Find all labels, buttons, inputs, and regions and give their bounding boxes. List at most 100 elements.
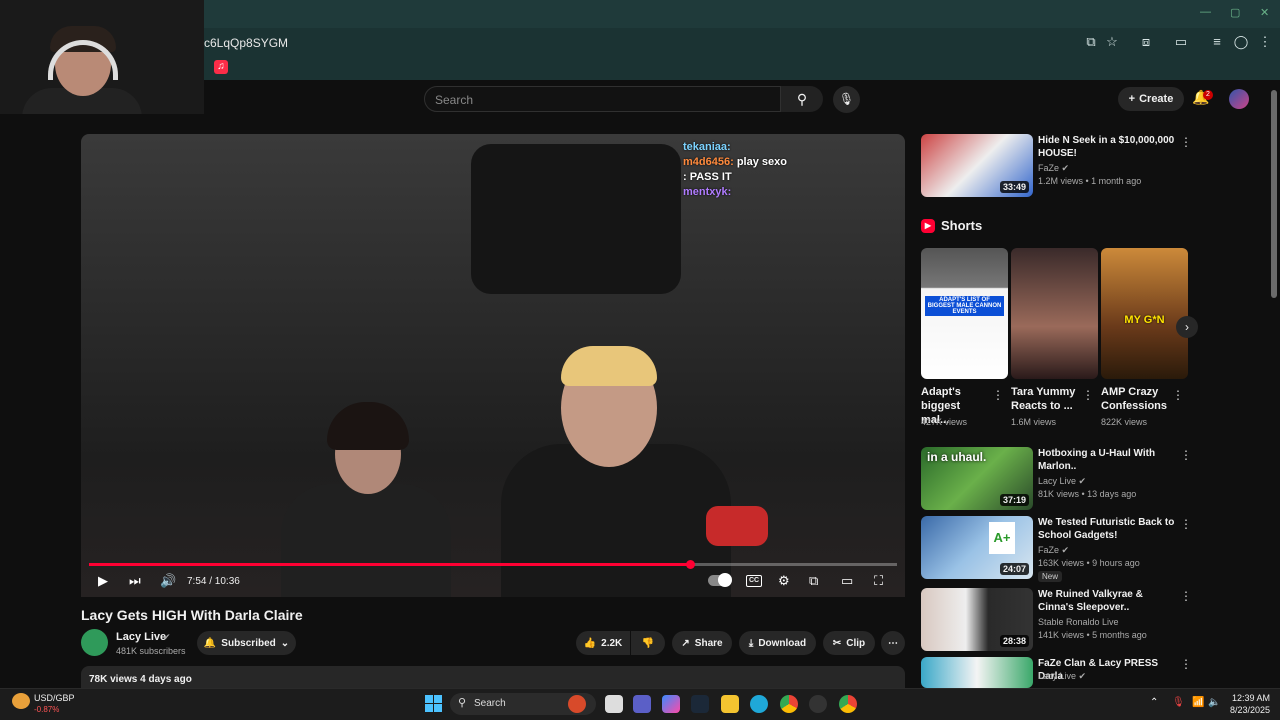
search-button[interactable]: ⚲ [781, 86, 823, 112]
maximize-icon[interactable]: ▢ [1230, 6, 1240, 19]
volume-icon[interactable]: 🔊 [160, 573, 176, 589]
like-button[interactable]: 👍 2.2K [576, 631, 630, 655]
video-thumbnail[interactable]: 33:49 [921, 134, 1033, 197]
channel-name[interactable]: Lacy Live ✔ [1038, 671, 1086, 682]
shorts-heading: ▶ Shorts [921, 218, 982, 233]
miniplayer-icon[interactable]: ⧉ [809, 573, 818, 589]
chat-message: : PASS IT [683, 170, 787, 185]
settings-gear-icon[interactable]: ⚙ [778, 573, 790, 589]
tray-chevron-icon[interactable]: ⌃ [1150, 697, 1158, 708]
more-vert-icon[interactable]: ⋮ [992, 388, 1004, 402]
speaker-icon[interactable]: 🔈 [1208, 697, 1220, 708]
minimize-icon[interactable]: — [1200, 6, 1211, 18]
music-bookmark-icon[interactable]: ♫ [214, 60, 228, 74]
url-text[interactable]: c6LqQp8SYGM [204, 36, 288, 50]
autoplay-toggle[interactable] [708, 573, 732, 587]
progress-scrubber[interactable] [685, 560, 695, 569]
share-icon: ↗ [681, 637, 690, 649]
teams-icon[interactable] [633, 695, 651, 713]
voice-search-button[interactable]: 🎙 [833, 86, 860, 113]
more-vert-icon[interactable]: ⋮ [1180, 589, 1192, 603]
dislike-button[interactable]: 👎 [631, 631, 665, 655]
short-views: 1.6M views [1011, 417, 1057, 427]
more-vert-icon[interactable]: ⋮ [1082, 388, 1094, 402]
channel-name[interactable]: FaZe ✔ [1038, 545, 1069, 556]
channel-name[interactable]: Lacy Live ✔ [1038, 476, 1086, 487]
clip-button[interactable]: ✂ Clip [823, 631, 875, 655]
video-meta: 141K views • 5 months ago [1038, 630, 1147, 640]
chrome-active-icon[interactable] [839, 695, 857, 713]
clock-date[interactable]: 8/23/2025 [1230, 705, 1270, 715]
ticker-name[interactable]: USD/GBP [34, 693, 75, 703]
share-button[interactable]: ↗ Share [672, 631, 732, 655]
shorts-next-arrow-icon[interactable]: › [1176, 316, 1198, 338]
more-vert-icon[interactable]: ⋮ [1180, 448, 1192, 462]
account-avatar[interactable] [1229, 89, 1249, 109]
file-explorer-icon[interactable] [721, 695, 739, 713]
channel-avatar[interactable] [81, 629, 108, 656]
verified-icon: ✔ [1061, 545, 1070, 555]
more-vert-icon[interactable]: ⋮ [1180, 657, 1192, 671]
media-control-icon[interactable]: ≡ [1209, 34, 1225, 50]
video-title-link[interactable]: Hotboxing a U-Haul With Marlon.. [1038, 447, 1178, 473]
page-scrollbar[interactable] [1271, 90, 1277, 298]
subscribed-button[interactable]: 🔔 Subscribed ⌄ [197, 631, 296, 655]
more-actions-button[interactable]: ⋯ [881, 631, 905, 655]
bookmark-star-icon[interactable]: ☆ [1104, 34, 1120, 50]
clock-time[interactable]: 12:39 AM [1232, 693, 1270, 703]
video-thumbnail[interactable]: 28:38 [921, 588, 1033, 651]
create-button[interactable]: + Create [1118, 87, 1184, 111]
video-player[interactable]: tekaniaa: m4d6456: play sexo : PASS IT me… [81, 134, 905, 597]
tab-search-icon[interactable]: ▭ [1173, 34, 1189, 50]
time-display: 7:54 / 10:36 [187, 576, 240, 587]
close-icon[interactable]: ✕ [1260, 6, 1269, 19]
steam-icon[interactable] [691, 695, 709, 713]
short-thumbnail[interactable]: ADAPT'S LIST OF BIGGEST MALE CANNON EVEN… [921, 248, 1008, 379]
edge-icon[interactable] [750, 695, 768, 713]
channel-name[interactable]: Stable Ronaldo Live [1038, 617, 1119, 627]
more-vert-icon[interactable]: ⋮ [1180, 517, 1192, 531]
theater-mode-icon[interactable]: ▭ [841, 573, 853, 589]
chat-text: play sexo [733, 156, 787, 168]
browser-menu-icon[interactable]: ⋮ [1257, 34, 1273, 50]
extensions-icon[interactable]: ⧈ [1138, 34, 1154, 50]
video-title-link[interactable]: We Ruined Valkyrae & Cinna's Sleepover.. [1038, 588, 1178, 614]
wifi-icon[interactable]: 📶 [1192, 697, 1204, 708]
profile-icon[interactable]: ◯ [1233, 34, 1249, 50]
weather-widget-icon[interactable] [12, 693, 30, 709]
short-thumbnail[interactable] [1011, 248, 1098, 379]
copilot-icon[interactable] [662, 695, 680, 713]
more-vert-icon[interactable]: ⋮ [1172, 388, 1184, 402]
chrome-icon[interactable] [780, 695, 798, 713]
channel-name[interactable]: Lacy Live [116, 631, 166, 643]
tray-mic-icon[interactable]: 🎙 [1172, 697, 1185, 708]
search-input[interactable]: Search [424, 86, 781, 112]
download-button[interactable]: ⤓ Download [739, 631, 816, 655]
video-title-link[interactable]: We Tested Futuristic Back to School Gadg… [1038, 516, 1178, 542]
video-thumbnail[interactable] [921, 657, 1033, 688]
play-icon[interactable]: ▶ [98, 573, 108, 589]
more-vert-icon[interactable]: ⋮ [1180, 135, 1192, 149]
channel-name[interactable]: FaZe ✔ [1038, 163, 1069, 174]
scissors-icon: ✂ [832, 637, 842, 649]
webcam-overlay [0, 0, 204, 114]
captions-icon[interactable]: CC [746, 575, 762, 587]
short-title[interactable]: Tara Yummy Reacts to ... [1011, 385, 1081, 413]
notification-count-badge: 2 [1203, 90, 1213, 100]
video-title-link[interactable]: Hide N Seek in a $10,000,000 HOUSE! [1038, 134, 1178, 160]
next-icon[interactable]: ⏭ [129, 573, 141, 589]
chat-username: mentxyk: [683, 186, 732, 198]
task-view-icon[interactable] [605, 695, 623, 713]
windows-start-icon[interactable] [425, 695, 442, 712]
short-thumbnail[interactable]: MY G*N [1101, 248, 1188, 379]
chat-message: tekaniaa: [683, 140, 787, 155]
video-thumbnail[interactable]: A+ 24:07 [921, 516, 1033, 579]
video-thumbnail[interactable]: in a uhaul. 37:19 [921, 447, 1033, 510]
fullscreen-icon[interactable]: ⛶ [874, 573, 883, 589]
copilot-app-icon[interactable] [568, 695, 586, 713]
short-title[interactable]: AMP Crazy Confessions [1101, 385, 1171, 413]
microphone-icon: 🎙 [838, 92, 855, 106]
install-app-icon[interactable]: ⧉ [1083, 34, 1099, 50]
chat-message: mentxyk: [683, 185, 787, 200]
app-icon[interactable] [809, 695, 827, 713]
